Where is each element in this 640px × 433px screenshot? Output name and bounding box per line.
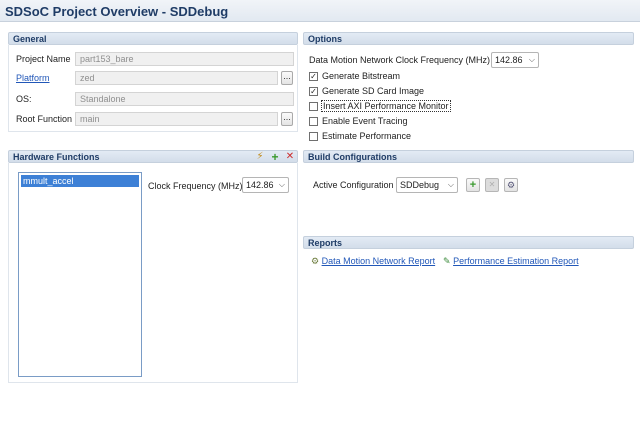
hardware-functions-title: Hardware Functions [13, 152, 100, 162]
build-configurations-section: Build Configurations Active Configuratio… [303, 150, 634, 230]
checkbox-label: Generate SD Card Image [322, 86, 425, 96]
generate-bitstream-checkbox[interactable]: ✓ Generate Bitstream [309, 71, 459, 83]
active-configuration-dropdown[interactable]: SDDebug ⌵ [396, 177, 458, 193]
generate-sd-card-checkbox[interactable]: ✓ Generate SD Card Image [309, 86, 459, 98]
enable-event-tracing-checkbox[interactable]: Enable Event Tracing [309, 116, 459, 128]
data-motion-report-text[interactable]: Data Motion Network Report [322, 256, 436, 266]
manage-configurations-button[interactable]: ⚙ [504, 178, 518, 192]
report-icon: ✎ [443, 256, 451, 266]
active-configuration-label: Active Configuration [313, 180, 394, 190]
dmn-clock-dropdown[interactable]: 142.86 ⌵ [491, 52, 539, 68]
list-item[interactable]: mmult_accel [21, 175, 139, 187]
general-section-title: General [13, 34, 47, 44]
editor-title-bar: SDSoC Project Overview - SDDebug [0, 0, 640, 22]
chevron-down-icon: ⌵ [447, 180, 454, 189]
project-name-field[interactable]: part153_bare [75, 52, 294, 66]
platform-field[interactable]: zed [75, 71, 278, 85]
chevron-down-icon: ⌵ [278, 180, 285, 189]
hw-clock-label: Clock Frequency (MHz) [148, 181, 243, 191]
add-function-icon[interactable]: + [269, 151, 281, 163]
platform-link[interactable]: Platform [16, 73, 50, 83]
add-configuration-button[interactable]: + [466, 178, 480, 192]
checkbox-unchecked-icon [309, 132, 318, 141]
performance-estimation-report-text[interactable]: Performance Estimation Report [453, 256, 579, 266]
checkbox-label: Generate Bitstream [322, 71, 401, 81]
checkbox-label: Enable Event Tracing [322, 116, 408, 126]
platform-browse-button[interactable]: ... [281, 71, 293, 85]
delete-icon: ✕ [488, 180, 496, 189]
options-section-title: Options [308, 34, 342, 44]
general-section: General Project Name part153_bare Platfo… [8, 32, 298, 132]
project-name-label: Project Name [16, 54, 71, 64]
reports-section: Reports ⚙ Data Motion Network Report ✎ P… [303, 236, 634, 276]
report-icon: ⚙ [311, 256, 320, 266]
checkbox-label: Estimate Performance [322, 131, 412, 141]
insert-axi-monitor-checkbox[interactable]: Insert AXI Performance Monitor [309, 100, 469, 113]
options-section-header[interactable]: Options [303, 32, 634, 45]
checkbox-checked-icon: ✓ [309, 87, 318, 96]
checkbox-label: Insert AXI Performance Monitor [321, 100, 451, 112]
build-configurations-title: Build Configurations [308, 152, 397, 162]
checkbox-checked-icon: ✓ [309, 72, 318, 81]
hardware-functions-section: Hardware Functions ⚡ + ✕ mmult_accel Clo… [8, 150, 298, 383]
auto-add-function-icon[interactable]: ⚡ [254, 151, 266, 163]
os-field[interactable]: Standalone [75, 92, 294, 106]
hw-clock-value: 142.86 [246, 180, 274, 190]
general-section-header[interactable]: General [8, 32, 298, 45]
add-icon: + [469, 179, 477, 191]
build-configurations-header[interactable]: Build Configurations [303, 150, 634, 163]
checkbox-unchecked-icon [309, 102, 318, 111]
root-function-browse-button[interactable]: ... [281, 112, 293, 126]
options-section: Options Data Motion Network Clock Freque… [303, 32, 634, 144]
gear-icon: ⚙ [506, 180, 516, 190]
active-configuration-value: SDDebug [400, 180, 440, 190]
reports-header[interactable]: Reports [303, 236, 634, 249]
hardware-functions-list[interactable]: mmult_accel [18, 172, 142, 377]
page-title: SDSoC Project Overview - SDDebug [5, 4, 229, 19]
reports-title: Reports [308, 238, 343, 248]
root-function-label: Root Function [16, 114, 73, 124]
chevron-down-icon: ⌵ [528, 55, 535, 64]
root-function-field[interactable]: main [75, 112, 278, 126]
dmn-clock-label: Data Motion Network Clock Frequency (MHz… [309, 55, 491, 65]
performance-estimation-report-link[interactable]: ✎ Performance Estimation Report [443, 256, 579, 267]
hw-clock-dropdown[interactable]: 142.86 ⌵ [242, 177, 289, 193]
estimate-performance-checkbox[interactable]: Estimate Performance [309, 131, 459, 143]
data-motion-report-link[interactable]: ⚙ Data Motion Network Report [311, 256, 435, 267]
remove-function-icon[interactable]: ✕ [284, 151, 296, 163]
checkbox-unchecked-icon [309, 117, 318, 126]
dmn-clock-value: 142.86 [495, 55, 523, 65]
delete-configuration-button[interactable]: ✕ [485, 178, 499, 192]
os-label: OS: [16, 94, 32, 104]
